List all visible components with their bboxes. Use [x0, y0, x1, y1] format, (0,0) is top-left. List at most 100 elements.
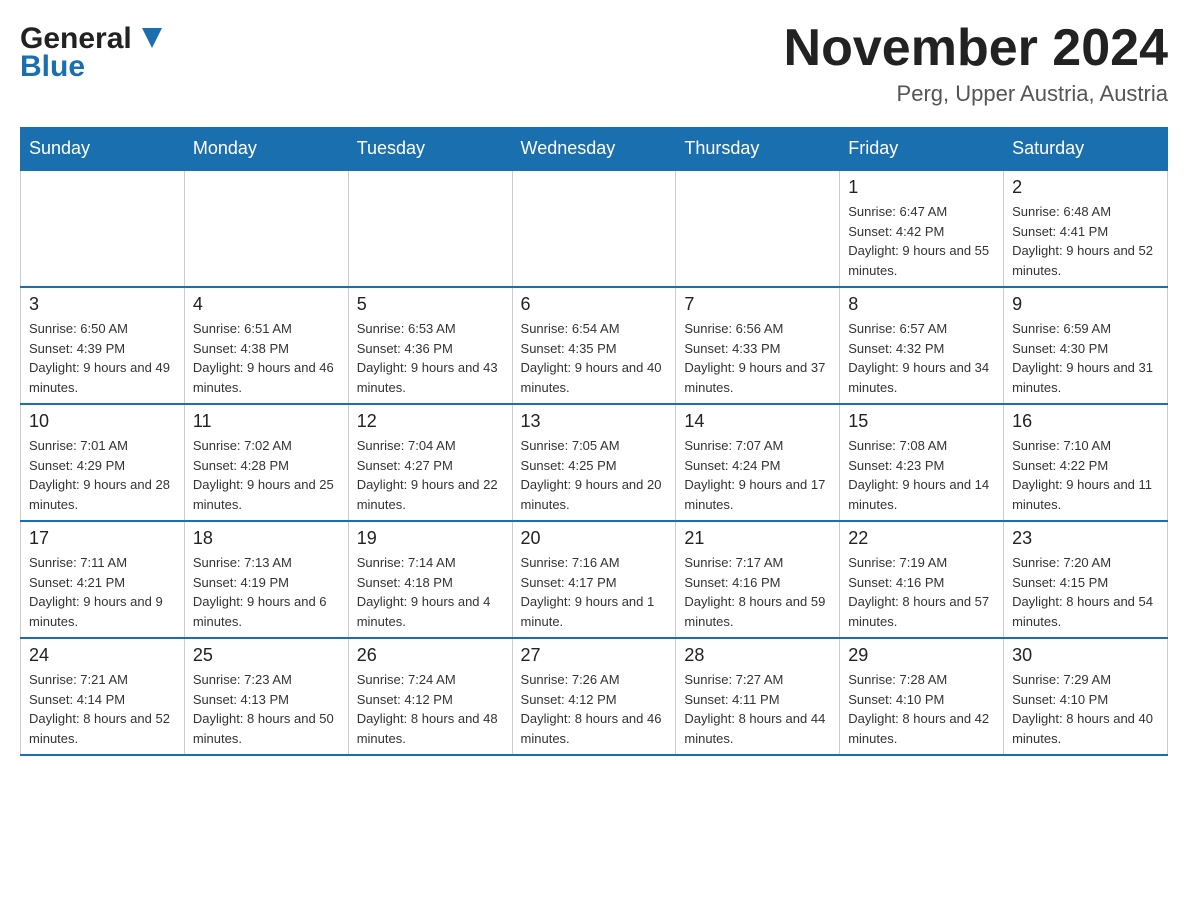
- table-row: 23 Sunrise: 7:20 AMSunset: 4:15 PMDayligh…: [1004, 521, 1168, 638]
- day-info: Sunrise: 7:07 AMSunset: 4:24 PMDaylight:…: [684, 436, 831, 514]
- day-info: Sunrise: 7:04 AMSunset: 4:27 PMDaylight:…: [357, 436, 504, 514]
- day-info: Sunrise: 7:02 AMSunset: 4:28 PMDaylight:…: [193, 436, 340, 514]
- day-number: 4: [193, 294, 340, 315]
- calendar-week-row: 17 Sunrise: 7:11 AMSunset: 4:21 PMDayligh…: [21, 521, 1168, 638]
- table-row: 26Sunrise: 7:24 AMSunset: 4:12 PMDayligh…: [348, 638, 512, 755]
- table-row: 7Sunrise: 6:56 AMSunset: 4:33 PMDaylight…: [676, 287, 840, 404]
- day-number: 30: [1012, 645, 1159, 666]
- table-row: 11 Sunrise: 7:02 AMSunset: 4:28 PMDayligh…: [184, 404, 348, 521]
- day-info: Sunrise: 7:14 AMSunset: 4:18 PMDaylight:…: [357, 553, 504, 631]
- day-info: Sunrise: 7:05 AMSunset: 4:25 PMDaylight:…: [521, 436, 668, 514]
- day-number: 2: [1012, 177, 1159, 198]
- logo-triangle-icon: [134, 20, 170, 56]
- day-number: 26: [357, 645, 504, 666]
- table-row: 16 Sunrise: 7:10 AMSunset: 4:22 PMDayligh…: [1004, 404, 1168, 521]
- day-number: 22: [848, 528, 995, 549]
- col-wednesday: Wednesday: [512, 128, 676, 171]
- table-row: 19 Sunrise: 7:14 AMSunset: 4:18 PMDayligh…: [348, 521, 512, 638]
- table-row: 10Sunrise: 7:01 AMSunset: 4:29 PMDayligh…: [21, 404, 185, 521]
- table-row: 5 Sunrise: 6:53 AMSunset: 4:36 PMDaylight…: [348, 287, 512, 404]
- table-row: 28 Sunrise: 7:27 AMSunset: 4:11 PMDayligh…: [676, 638, 840, 755]
- day-number: 3: [29, 294, 176, 315]
- day-info: Sunrise: 7:13 AMSunset: 4:19 PMDaylight:…: [193, 553, 340, 631]
- day-info: Sunrise: 6:59 AMSunset: 4:30 PMDaylight:…: [1012, 319, 1159, 397]
- day-number: 20: [521, 528, 668, 549]
- day-number: 21: [684, 528, 831, 549]
- table-row: 22 Sunrise: 7:19 AMSunset: 4:16 PMDayligh…: [840, 521, 1004, 638]
- day-info: Sunrise: 7:11 AMSunset: 4:21 PMDaylight:…: [29, 553, 176, 631]
- day-info: Sunrise: 7:17 AMSunset: 4:16 PMDaylight:…: [684, 553, 831, 631]
- table-row: [348, 170, 512, 287]
- day-number: 18: [193, 528, 340, 549]
- table-row: 18 Sunrise: 7:13 AMSunset: 4:19 PMDayligh…: [184, 521, 348, 638]
- page-header: General Blue November 2024 Perg, Upper A…: [20, 20, 1168, 107]
- day-number: 27: [521, 645, 668, 666]
- day-info: Sunrise: 7:28 AMSunset: 4:10 PMDaylight:…: [848, 670, 995, 748]
- table-row: 30 Sunrise: 7:29 AMSunset: 4:10 PMDayligh…: [1004, 638, 1168, 755]
- day-number: 23: [1012, 528, 1159, 549]
- col-friday: Friday: [840, 128, 1004, 171]
- table-row: 29 Sunrise: 7:28 AMSunset: 4:10 PMDayligh…: [840, 638, 1004, 755]
- day-number: 5: [357, 294, 504, 315]
- day-number: 25: [193, 645, 340, 666]
- col-monday: Monday: [184, 128, 348, 171]
- day-info: Sunrise: 6:47 AMSunset: 4:42 PMDaylight:…: [848, 202, 995, 280]
- logo-wordmark: General Blue: [20, 20, 170, 83]
- table-row: 1 Sunrise: 6:47 AMSunset: 4:42 PMDaylight…: [840, 170, 1004, 287]
- day-number: 7: [684, 294, 831, 315]
- day-number: 12: [357, 411, 504, 432]
- table-row: 27Sunrise: 7:26 AMSunset: 4:12 PMDayligh…: [512, 638, 676, 755]
- table-row: [676, 170, 840, 287]
- table-row: 3 Sunrise: 6:50 AMSunset: 4:39 PMDaylight…: [21, 287, 185, 404]
- table-row: [21, 170, 185, 287]
- col-saturday: Saturday: [1004, 128, 1168, 171]
- logo: General Blue: [20, 20, 170, 83]
- month-title: November 2024: [784, 20, 1168, 77]
- table-row: 15Sunrise: 7:08 AMSunset: 4:23 PMDayligh…: [840, 404, 1004, 521]
- day-info: Sunrise: 7:19 AMSunset: 4:16 PMDaylight:…: [848, 553, 995, 631]
- day-number: 16: [1012, 411, 1159, 432]
- day-info: Sunrise: 7:16 AMSunset: 4:17 PMDaylight:…: [521, 553, 668, 631]
- day-number: 28: [684, 645, 831, 666]
- day-number: 29: [848, 645, 995, 666]
- table-row: 13 Sunrise: 7:05 AMSunset: 4:25 PMDayligh…: [512, 404, 676, 521]
- day-info: Sunrise: 6:57 AMSunset: 4:32 PMDaylight:…: [848, 319, 995, 397]
- table-row: 8Sunrise: 6:57 AMSunset: 4:32 PMDaylight…: [840, 287, 1004, 404]
- table-row: [512, 170, 676, 287]
- col-tuesday: Tuesday: [348, 128, 512, 171]
- day-number: 19: [357, 528, 504, 549]
- location: Perg, Upper Austria, Austria: [784, 81, 1168, 107]
- calendar-header-row: Sunday Monday Tuesday Wednesday Thursday…: [21, 128, 1168, 171]
- day-info: Sunrise: 6:53 AMSunset: 4:36 PMDaylight:…: [357, 319, 504, 397]
- table-row: 12 Sunrise: 7:04 AMSunset: 4:27 PMDayligh…: [348, 404, 512, 521]
- day-info: Sunrise: 6:50 AMSunset: 4:39 PMDaylight:…: [29, 319, 176, 397]
- col-thursday: Thursday: [676, 128, 840, 171]
- table-row: 6Sunrise: 6:54 AMSunset: 4:35 PMDaylight…: [512, 287, 676, 404]
- table-row: [184, 170, 348, 287]
- calendar-week-row: 3 Sunrise: 6:50 AMSunset: 4:39 PMDaylight…: [21, 287, 1168, 404]
- day-number: 15: [848, 411, 995, 432]
- table-row: 14 Sunrise: 7:07 AMSunset: 4:24 PMDayligh…: [676, 404, 840, 521]
- day-info: Sunrise: 7:20 AMSunset: 4:15 PMDaylight:…: [1012, 553, 1159, 631]
- day-info: Sunrise: 7:23 AMSunset: 4:13 PMDaylight:…: [193, 670, 340, 748]
- day-info: Sunrise: 7:27 AMSunset: 4:11 PMDaylight:…: [684, 670, 831, 748]
- title-block: November 2024 Perg, Upper Austria, Austr…: [784, 20, 1168, 107]
- calendar-week-row: 24Sunrise: 7:21 AMSunset: 4:14 PMDayligh…: [21, 638, 1168, 755]
- day-number: 13: [521, 411, 668, 432]
- table-row: 4 Sunrise: 6:51 AMSunset: 4:38 PMDaylight…: [184, 287, 348, 404]
- day-info: Sunrise: 7:10 AMSunset: 4:22 PMDaylight:…: [1012, 436, 1159, 514]
- table-row: 20 Sunrise: 7:16 AMSunset: 4:17 PMDayligh…: [512, 521, 676, 638]
- day-number: 9: [1012, 294, 1159, 315]
- day-number: 11: [193, 411, 340, 432]
- table-row: 25 Sunrise: 7:23 AMSunset: 4:13 PMDayligh…: [184, 638, 348, 755]
- day-info: Sunrise: 6:51 AMSunset: 4:38 PMDaylight:…: [193, 319, 340, 397]
- calendar-week-row: 10Sunrise: 7:01 AMSunset: 4:29 PMDayligh…: [21, 404, 1168, 521]
- col-sunday: Sunday: [21, 128, 185, 171]
- day-info: Sunrise: 6:54 AMSunset: 4:35 PMDaylight:…: [521, 319, 668, 397]
- day-number: 17: [29, 528, 176, 549]
- day-number: 10: [29, 411, 176, 432]
- table-row: 17 Sunrise: 7:11 AMSunset: 4:21 PMDayligh…: [21, 521, 185, 638]
- day-number: 1: [848, 177, 995, 198]
- day-number: 14: [684, 411, 831, 432]
- day-info: Sunrise: 7:29 AMSunset: 4:10 PMDaylight:…: [1012, 670, 1159, 748]
